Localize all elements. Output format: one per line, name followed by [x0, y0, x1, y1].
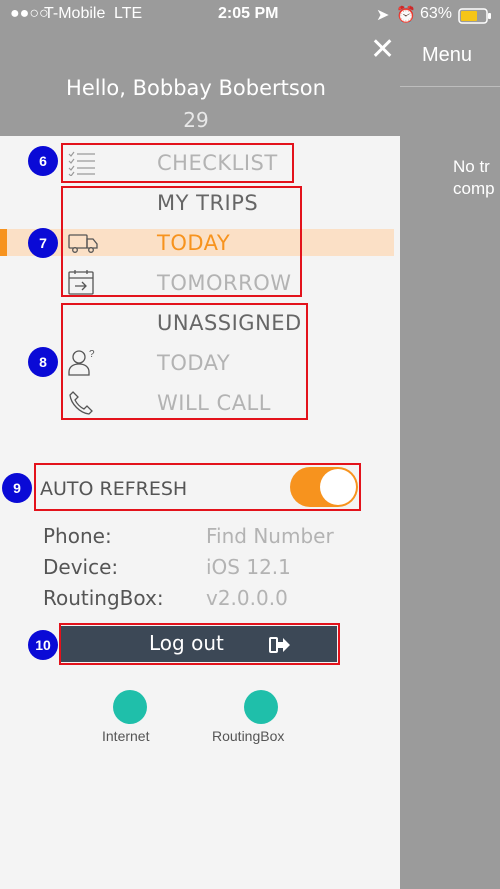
annotation-marker-10: 10: [28, 630, 58, 660]
clock: 2:05 PM: [218, 5, 279, 22]
annotation-marker-7: 7: [28, 228, 58, 258]
internet-status-label: Internet: [102, 728, 150, 744]
network-type: LTE: [114, 5, 143, 22]
annotation-box-10: [59, 623, 340, 665]
empty-trips-message: No tr comp: [453, 156, 495, 200]
empty-trips-line1: No tr: [453, 157, 490, 176]
annotation-marker-6: 6: [28, 146, 58, 176]
annotation-box-8: [61, 303, 308, 420]
routingbox-label: RoutingBox:: [43, 586, 164, 610]
annotation-box-6: [61, 143, 294, 183]
trip-count: 29: [183, 108, 209, 132]
signal-icon: ●●○○: [10, 5, 49, 22]
status-bar: ●●○○ T-Mobile LTE 2:05 PM ➤ ⏰ 63%: [0, 0, 500, 30]
active-item-marker: [0, 229, 7, 256]
empty-trips-line2: comp: [453, 179, 495, 198]
battery-percent: 63%: [420, 5, 453, 22]
drawer-header: Hello, Bobbay Bobertson 29: [0, 30, 400, 136]
close-icon[interactable]: ✕: [370, 32, 395, 67]
battery-icon: [458, 8, 492, 29]
routingbox-version: v2.0.0.0: [206, 586, 288, 610]
alarm-icon: ⏰: [396, 7, 416, 24]
divider: [400, 86, 500, 87]
carrier: T-Mobile: [44, 5, 106, 22]
internet-status-icon: [113, 690, 147, 724]
greeting: Hello, Bobbay Bobertson: [66, 76, 326, 100]
phone-value[interactable]: Find Number: [206, 524, 334, 548]
annotation-marker-9: 9: [2, 473, 32, 503]
annotation-marker-8: 8: [28, 347, 58, 377]
device-value: iOS 12.1: [206, 555, 291, 579]
annotation-box-9: [34, 463, 361, 511]
device-label: Device:: [43, 555, 119, 579]
menu-title[interactable]: Menu: [422, 44, 472, 67]
routingbox-status-icon: [244, 690, 278, 724]
annotation-box-7: [61, 186, 302, 297]
location-icon: ➤: [376, 7, 390, 24]
routingbox-status-label: RoutingBox: [212, 728, 285, 744]
phone-label: Phone:: [43, 524, 112, 548]
